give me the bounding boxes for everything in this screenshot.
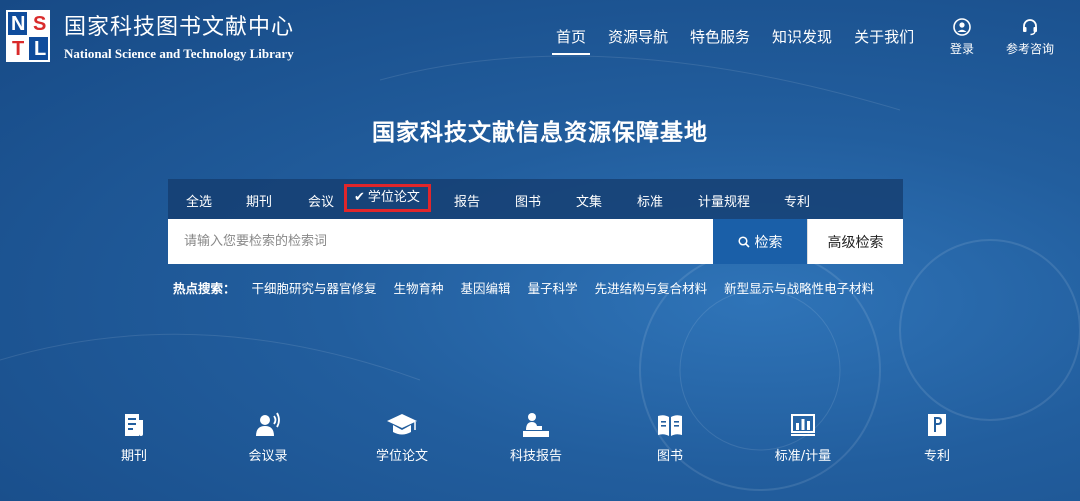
tab-thesis[interactable]: ✔ 学位论文 [344,184,431,212]
category-label: 标准/计量 [774,449,832,464]
tab-book[interactable]: 图书 [515,191,541,210]
category-book[interactable]: 图书 [615,412,725,464]
nav-resource-guide[interactable]: 资源导航 [608,26,668,55]
advanced-search-button[interactable]: 高级检索 [807,219,903,264]
search-bar: 检索 高级检索 [168,219,903,264]
hot-search-label: 热点搜索： [173,281,236,296]
hot-search-link[interactable]: 先进结构与复合材料 [595,278,708,297]
site-title-en: National Science and Technology Library [64,46,294,61]
category-thesis[interactable]: 学位论文 [347,412,457,464]
search-button-label: 检索 [754,234,783,251]
book-icon [658,415,682,436]
category-label: 会议录 [248,449,288,464]
tab-metrology[interactable]: 计量规程 [698,191,750,210]
category-journal[interactable]: 期刊 [79,412,189,464]
hot-searches: 热点搜索： 干细胞研究与器官修复 生物育种 基因编辑 量子科学 先进结构与复合材… [173,278,891,297]
user-icon [953,18,971,36]
search-type-tabs: 全选 期刊 会议 ✔ 学位论文 报告 图书 文集 标准 计量规程 专利 [168,179,903,219]
login-label: 登录 [950,42,975,56]
consult-button[interactable]: 参考咨询 [1006,18,1054,57]
search-input[interactable] [168,219,713,264]
journal-icon [125,414,143,436]
patent-icon [928,414,946,436]
hot-search-link[interactable]: 新型显示与战略性电子材料 [724,278,874,297]
site-logo[interactable]: N S T L 国家科技图书文献中心 National Science and … [6,9,294,62]
category-label: 期刊 [120,449,147,464]
tab-conference[interactable]: 会议 [308,191,334,210]
category-label: 科技报告 [509,449,562,464]
hot-search-link[interactable]: 基因编辑 [461,278,511,297]
nav-knowledge-discovery[interactable]: 知识发现 [772,26,832,55]
logo-letter-t: T [12,37,25,60]
hot-search-link[interactable]: 干细胞研究与器官修复 [252,278,377,297]
logo-letter-n: N [11,12,26,35]
category-label: 专利 [923,449,950,464]
category-label: 学位论文 [375,449,428,464]
site-title-cn: 国家科技图书文献中心 [64,15,295,40]
standard-chart-icon [791,414,815,436]
check-icon: ✔ [354,190,365,205]
nstl-logo-mark: N S T L [6,9,50,62]
headset-icon [1023,19,1037,36]
nav-home[interactable]: 首页 [552,26,591,55]
logo-letter-s: S [33,12,47,35]
login-button[interactable]: 登录 [950,18,974,57]
nav-featured-services[interactable]: 特色服务 [690,26,750,55]
tab-journal[interactable]: 期刊 [246,191,272,210]
tab-patent[interactable]: 专利 [784,191,810,210]
tab-select-all[interactable]: 全选 [186,191,212,210]
tab-proceedings[interactable]: 文集 [576,191,602,210]
main-nav: 首页 资源导航 特色服务 知识发现 关于我们 [552,26,936,55]
hot-search-link[interactable]: 生物育种 [394,278,444,297]
category-shortcuts: 期刊 会议录 学位论文 科技报告 图书 标准/计量 专利 [0,412,1080,472]
category-standard[interactable]: 标准/计量 [748,412,858,464]
category-conference[interactable]: 会议录 [213,412,323,464]
category-patent[interactable]: 专利 [882,412,992,464]
search-icon [737,235,750,248]
conference-icon [256,412,280,436]
report-icon [523,413,549,437]
logo-letter-l: L [34,37,47,60]
category-tech-report[interactable]: 科技报告 [481,412,591,464]
tab-thesis-label: 学位论文 [367,190,420,205]
tab-standard[interactable]: 标准 [637,191,663,210]
search-button[interactable]: 检索 [713,219,807,264]
tab-report[interactable]: 报告 [454,191,480,210]
consult-label: 参考咨询 [1006,42,1055,56]
hero-title: 国家科技文献信息资源保障基地 [372,120,708,146]
hot-search-link[interactable]: 量子科学 [528,278,578,297]
nav-about-us[interactable]: 关于我们 [854,26,914,55]
category-label: 图书 [656,449,683,464]
graduation-cap-icon [387,414,417,435]
